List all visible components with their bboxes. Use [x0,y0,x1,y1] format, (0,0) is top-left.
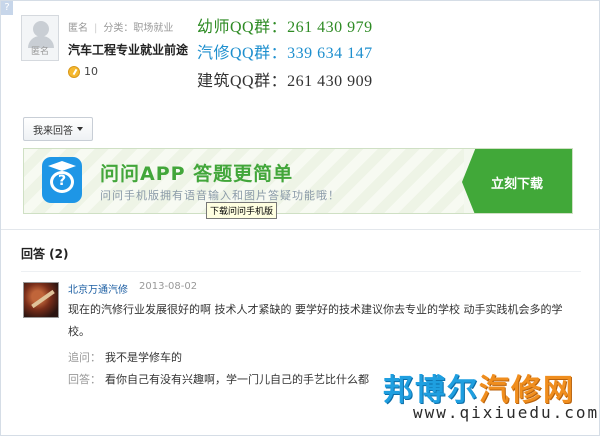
qq-group-construction: 建筑QQ群：261 430 909 [197,73,373,90]
follow-up-reply: 回答： 看你自己有没有兴趣啊，学一门儿自己的手艺比什么都 [68,371,388,387]
question-category-link[interactable]: 分类：职场就业 [103,23,173,34]
answerer-avatar[interactable] [23,282,59,318]
qq-group-auto-repair: 汽修QQ群：339 634 147 [197,45,373,62]
follow-up-question: 追问： 我不是学修车的 [68,349,182,365]
question-meta: 匿名 | 分类：职场就业 [68,23,174,34]
banner-title: 问问APP 答题更简单 [100,163,294,185]
section-divider [1,229,600,230]
asker-name: 匿名 [68,23,88,34]
coin-icon [68,65,80,78]
answers-divider [21,271,581,272]
download-tooltip: 下载问问手机版 [206,202,278,219]
wenwen-app-icon: ? [42,157,82,203]
my-answer-label: 我来回答 [33,125,73,137]
app-promo-banner[interactable]: ? 问问APP 答题更简单 问问手机版拥有语音输入和图片答疑功能哦！ 立刻下载 [23,148,573,214]
download-now-button[interactable]: 立刻下载 [462,149,572,213]
answer-text: 现在的汽修行业发展很好的啊 技术人才紧缺的 要学好的技术建议你去专业的学校 动手… [68,303,563,338]
my-answer-button[interactable]: 我来回答 [23,117,93,141]
follow-up-tag: 追问： [68,351,101,364]
follow-up-text: 我不是学修车的 [105,351,182,364]
qq-group-preschool: 幼师QQ群：261 430 979 [197,19,373,36]
avatar-label: 匿名 [30,47,49,57]
watermark-url: www.qixiuedu.com [413,403,600,422]
reward-score-value: 10 [84,65,98,78]
question-panel: ? 匿名 匿名 | 分类：职场就业 汽车工程专业就业前途 10 幼师QQ群：261 … [0,0,600,436]
reply-text: 看你自己有没有兴趣啊，学一门儿自己的手艺比什么都 [105,373,369,386]
asker-avatar: 匿名 [21,15,59,61]
answerer-name-link[interactable]: 北京万通汽修 [68,281,128,296]
answers-header: 回答 (2) [21,247,69,261]
question-title: 汽车工程专业就业前途 [68,43,189,57]
reward-score: 10 [68,65,98,78]
answer-date: 2013-08-02 [139,281,198,292]
banner-subtitle: 问问手机版拥有语音输入和图片答疑功能哦！ [100,189,340,202]
chevron-down-icon [77,127,83,131]
reply-tag: 回答： [68,373,101,386]
question-corner-icon: ? [1,1,13,15]
